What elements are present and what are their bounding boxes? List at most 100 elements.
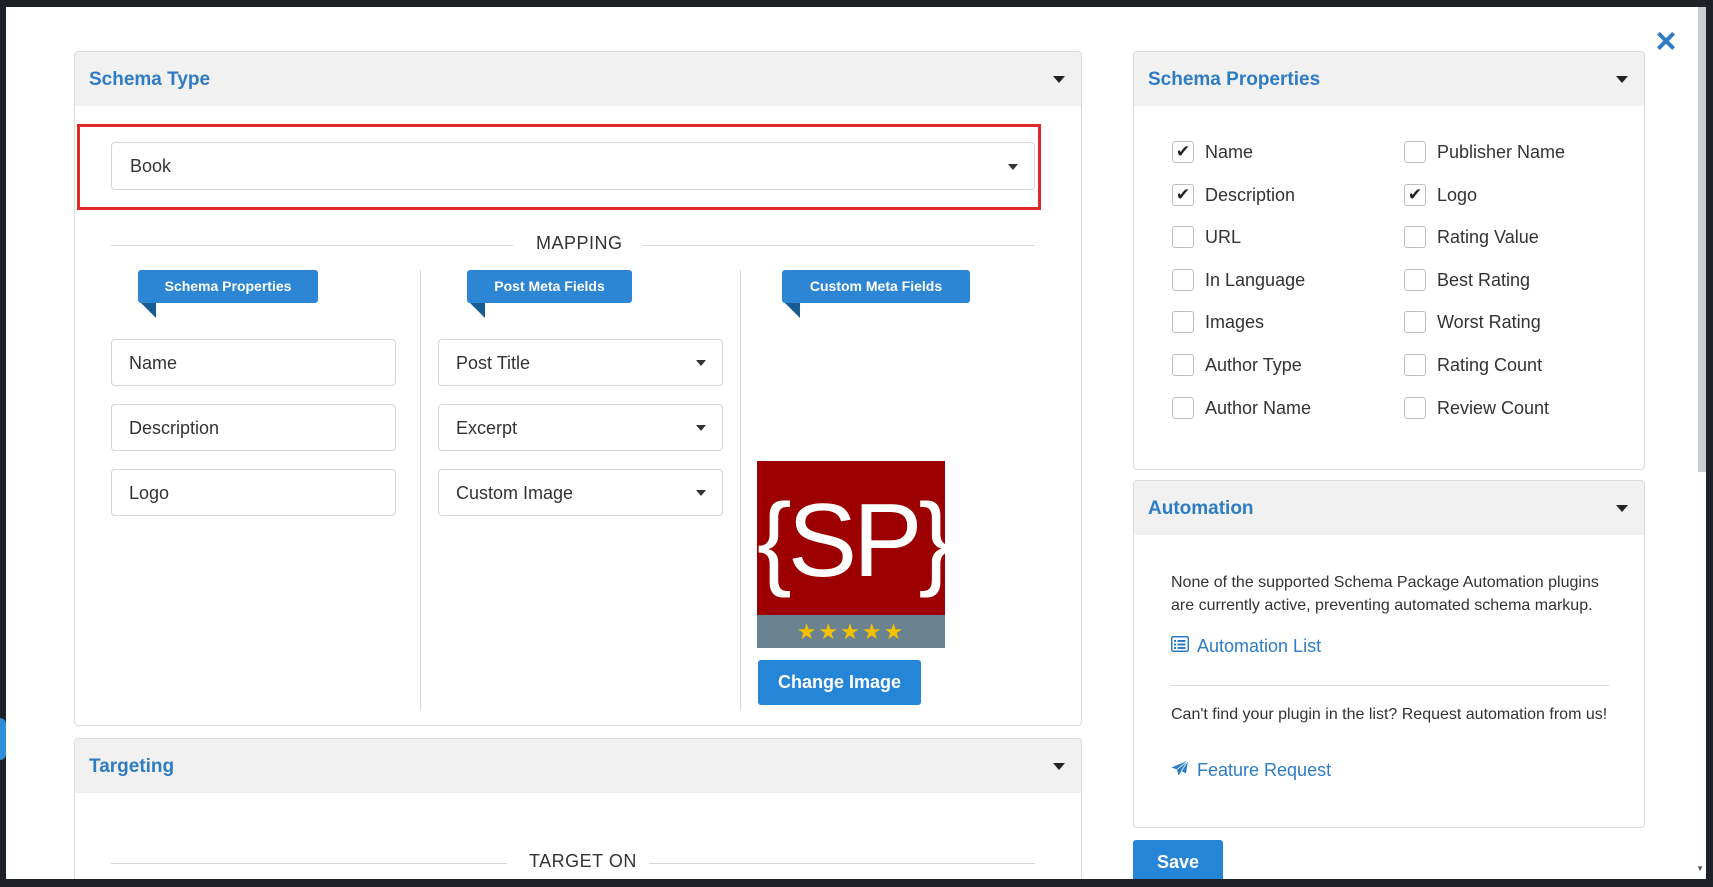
- checkbox-unchecked[interactable]: [1172, 268, 1194, 291]
- property-logo-field[interactable]: Logo: [111, 469, 396, 516]
- post-title-select[interactable]: Post Title: [438, 339, 723, 386]
- field-value: Post Title: [456, 353, 531, 373]
- property-label: Rating Count: [1437, 355, 1543, 375]
- caret-down-icon[interactable]: [1053, 76, 1065, 83]
- automation-notice: None of the supported Schema Package Aut…: [1171, 574, 1599, 614]
- schema-properties-panel: Schema Properties ✔ Name ✔ Description URL In…: [1133, 51, 1645, 470]
- field-value: Name: [129, 353, 178, 373]
- scroll-down-arrow-icon[interactable]: ▼: [1696, 864, 1704, 873]
- property-checkbox-item[interactable]: Publisher Name: [1404, 141, 1604, 165]
- request-text: Can't find your plugin in the list? Requ…: [1171, 706, 1608, 723]
- schema-properties-ribbon: Schema Properties: [138, 270, 318, 303]
- property-label: Review Count: [1437, 397, 1550, 418]
- mapping-heading: MAPPING: [536, 233, 623, 253]
- property-label: URL: [1205, 227, 1242, 248]
- property-checkbox-item[interactable]: Author Name: [1172, 396, 1372, 421]
- list-icon: [1171, 636, 1191, 657]
- schema-type-value: Book: [130, 156, 172, 176]
- field-value: Description: [129, 418, 220, 438]
- logo-text: {SP}: [757, 483, 945, 599]
- schema-type-select[interactable]: Book: [111, 142, 1035, 190]
- property-label: Name: [1205, 142, 1254, 162]
- schema-edit-modal: × ▼ Schema Type Book MAPPING Schema Prop…: [6, 7, 1706, 879]
- checkbox-unchecked[interactable]: [1404, 396, 1426, 419]
- target-divider-left: [111, 863, 507, 864]
- property-label: Author Name: [1205, 397, 1312, 418]
- automation-list-link[interactable]: Automation List: [1171, 636, 1321, 657]
- paper-plane-icon: [1171, 760, 1191, 781]
- property-checkbox-item[interactable]: Rating Value: [1404, 226, 1604, 250]
- property-label: Author Type: [1205, 355, 1302, 375]
- property-checkbox-item[interactable]: ✔ Name: [1172, 141, 1372, 165]
- property-checkbox-item[interactable]: Best Rating: [1404, 268, 1604, 293]
- automation-panel: Automation None of the supported Schema …: [1133, 480, 1645, 828]
- custom-image-select[interactable]: Custom Image: [438, 469, 723, 516]
- property-checkbox-item[interactable]: Author Type: [1172, 354, 1372, 378]
- automation-list-label: Automation List: [1197, 636, 1322, 656]
- checkbox-unchecked[interactable]: [1404, 268, 1426, 291]
- side-tab-handle[interactable]: [0, 718, 6, 760]
- save-button[interactable]: Save: [1133, 840, 1223, 879]
- property-checkbox-item[interactable]: ✔ Logo: [1404, 183, 1604, 208]
- schema-type-panel-header[interactable]: Schema Type: [75, 52, 1081, 106]
- target-on-heading: TARGET ON: [529, 851, 637, 871]
- targeting-panel: Targeting TARGET ON: [74, 738, 1082, 879]
- mapping-divider-right: [643, 245, 1035, 246]
- target-divider-right: [649, 863, 1035, 864]
- property-name-field[interactable]: Name: [111, 339, 396, 386]
- excerpt-select[interactable]: Excerpt: [438, 404, 723, 451]
- close-icon[interactable]: ×: [1650, 23, 1682, 59]
- field-value: Logo: [129, 483, 170, 503]
- column-separator: [740, 270, 741, 710]
- property-checkbox-item[interactable]: Images: [1172, 311, 1372, 335]
- field-value: Excerpt: [456, 418, 518, 438]
- property-description-field[interactable]: Description: [111, 404, 396, 451]
- caret-down-icon[interactable]: [1616, 505, 1628, 512]
- column-separator: [420, 270, 421, 710]
- property-checkbox-item[interactable]: In Language: [1172, 268, 1372, 293]
- property-checkbox-item[interactable]: Review Count: [1404, 396, 1604, 421]
- panel-title: Schema Properties: [1148, 69, 1321, 90]
- feature-request-label: Feature Request: [1197, 760, 1332, 780]
- property-label: Logo: [1437, 184, 1478, 205]
- checkbox-unchecked[interactable]: [1172, 354, 1194, 376]
- automation-panel-header[interactable]: Automation: [1134, 481, 1644, 535]
- property-label: Rating Value: [1437, 227, 1539, 248]
- caret-down-icon: [696, 360, 706, 366]
- panel-title: Targeting: [89, 756, 175, 777]
- checkbox-checked[interactable]: ✔: [1172, 183, 1194, 206]
- checkbox-unchecked[interactable]: [1172, 396, 1194, 419]
- property-checkbox-item[interactable]: Worst Rating: [1404, 311, 1604, 335]
- checkbox-checked[interactable]: ✔: [1404, 183, 1426, 206]
- automation-divider: [1171, 685, 1609, 686]
- scrollbar-thumb[interactable]: [1698, 7, 1706, 472]
- property-checkbox-item[interactable]: Rating Count: [1404, 354, 1604, 378]
- property-checkbox-item[interactable]: URL: [1172, 226, 1372, 250]
- property-label: Best Rating: [1437, 269, 1531, 290]
- targeting-panel-header[interactable]: Targeting: [75, 739, 1081, 793]
- property-label: Publisher Name: [1437, 142, 1566, 162]
- caret-down-icon[interactable]: [1053, 763, 1065, 770]
- feature-request-link[interactable]: Feature Request: [1171, 760, 1331, 781]
- property-label: In Language: [1205, 269, 1306, 290]
- caret-down-icon[interactable]: [1616, 76, 1628, 83]
- schema-properties-panel-header[interactable]: Schema Properties: [1134, 52, 1644, 106]
- checkbox-checked[interactable]: ✔: [1172, 141, 1194, 163]
- logo-image: {SP} ★★★★★: [757, 461, 945, 648]
- change-image-button[interactable]: Change Image: [758, 660, 921, 705]
- caret-down-icon: [1008, 164, 1018, 170]
- post-meta-fields-ribbon: Post Meta Fields: [467, 270, 632, 303]
- property-label: Images: [1205, 312, 1265, 333]
- custom-meta-fields-ribbon: Custom Meta Fields: [782, 270, 970, 303]
- property-label: Worst Rating: [1437, 312, 1541, 333]
- panel-title: Schema Type: [89, 69, 211, 90]
- checkbox-unchecked[interactable]: [1404, 141, 1426, 163]
- checkbox-unchecked[interactable]: [1404, 354, 1426, 376]
- caret-down-icon: [696, 490, 706, 496]
- checkbox-unchecked[interactable]: [1172, 311, 1194, 334]
- checkbox-unchecked[interactable]: [1404, 311, 1426, 334]
- checkbox-unchecked[interactable]: [1404, 226, 1426, 249]
- rating-stars: ★★★★★: [757, 615, 945, 648]
- property-checkbox-item[interactable]: ✔ Description: [1172, 183, 1372, 208]
- checkbox-unchecked[interactable]: [1172, 226, 1194, 249]
